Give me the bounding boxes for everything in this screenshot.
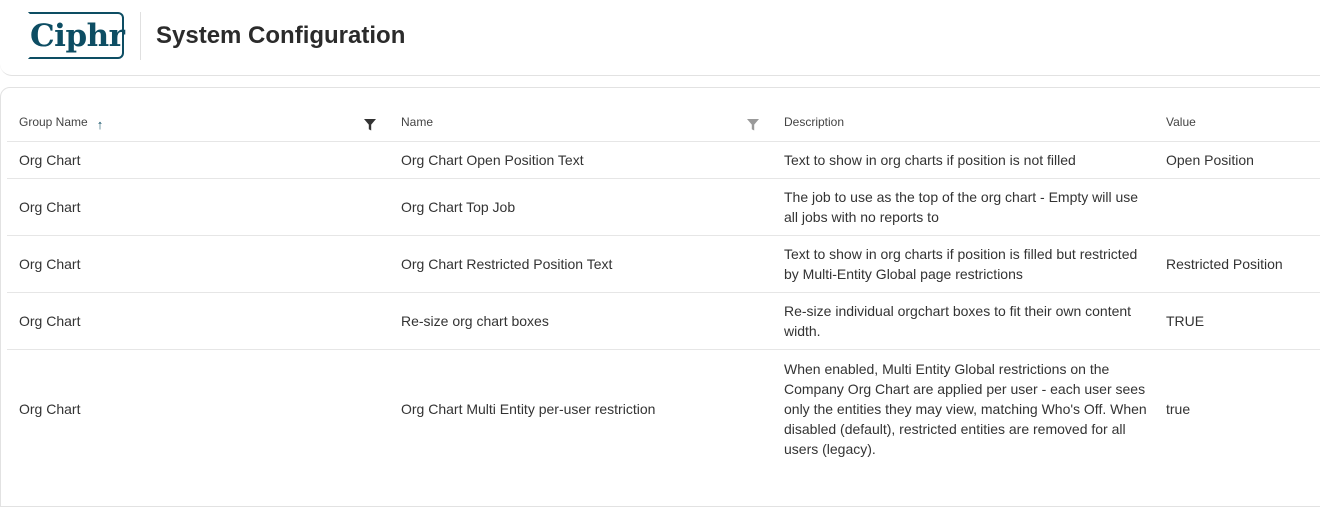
column-header-value[interactable]: Value: [1154, 112, 1320, 132]
cell-name: Org Chart Restricted Position Text: [401, 256, 613, 272]
column-header-group-name[interactable]: Group Name ↑: [7, 112, 389, 132]
cell-name: Re-size org chart boxes: [401, 313, 549, 329]
cell-value: [1154, 179, 1320, 235]
header-divider: [140, 12, 141, 60]
cell-value: true: [1166, 400, 1191, 417]
cell-description: Text to show in org charts if position i…: [784, 152, 1076, 168]
cell-group-name: Org Chart: [19, 152, 81, 168]
cell-group-name: Org Chart: [19, 256, 81, 272]
logo-text: Ciphr: [30, 18, 125, 54]
cell-group-name: Org Chart: [19, 199, 81, 215]
cell-description: When enabled, Multi Entity Global restri…: [784, 360, 1147, 457]
table-header-row: Group Name ↑ Name Description Value: [7, 100, 1320, 142]
ciphr-logo[interactable]: Ciphr: [28, 12, 125, 59]
table-row[interactable]: Org Chart Org Chart Restricted Position …: [7, 236, 1320, 293]
cell-group-name: Org Chart: [19, 400, 81, 417]
cell-group-name: Org Chart: [19, 313, 81, 329]
column-header-description[interactable]: Description: [772, 112, 1154, 132]
table-row[interactable]: Org Chart Org Chart Multi Entity per-use…: [7, 350, 1320, 467]
column-header-label: Name: [401, 115, 434, 129]
cell-description: The job to use as the top of the org cha…: [784, 189, 1139, 225]
cell-description: Text to show in org charts if position i…: [784, 246, 1138, 282]
column-header-name[interactable]: Name: [389, 112, 772, 132]
cell-description: Re-size individual orgchart boxes to fit…: [784, 303, 1132, 339]
config-table: Group Name ↑ Name Description Value Org …: [7, 100, 1320, 467]
cell-value: Open Position: [1166, 152, 1254, 168]
table-row[interactable]: Org Chart Re-size org chart boxes Re-siz…: [7, 293, 1320, 350]
cell-value: TRUE: [1166, 313, 1205, 329]
column-header-label: Group Name: [19, 115, 88, 129]
arrow-up-icon[interactable]: ↑: [97, 118, 104, 132]
app-header: Ciphr System Configuration: [0, 0, 1320, 76]
filter-icon[interactable]: [746, 118, 760, 132]
cell-name: Org Chart Multi Entity per-user restrict…: [401, 400, 656, 417]
column-header-label: Description: [784, 115, 845, 129]
page-title: System Configuration: [156, 22, 406, 49]
cell-value: Restricted Position: [1166, 256, 1283, 272]
table-row[interactable]: Org Chart Org Chart Top Job The job to u…: [7, 179, 1320, 236]
table-row[interactable]: Org Chart Org Chart Open Position Text T…: [7, 142, 1320, 179]
column-header-label: Value: [1166, 115, 1196, 129]
filter-icon[interactable]: [363, 118, 377, 132]
cell-name: Org Chart Top Job: [401, 199, 516, 215]
cell-name: Org Chart Open Position Text: [401, 152, 584, 168]
